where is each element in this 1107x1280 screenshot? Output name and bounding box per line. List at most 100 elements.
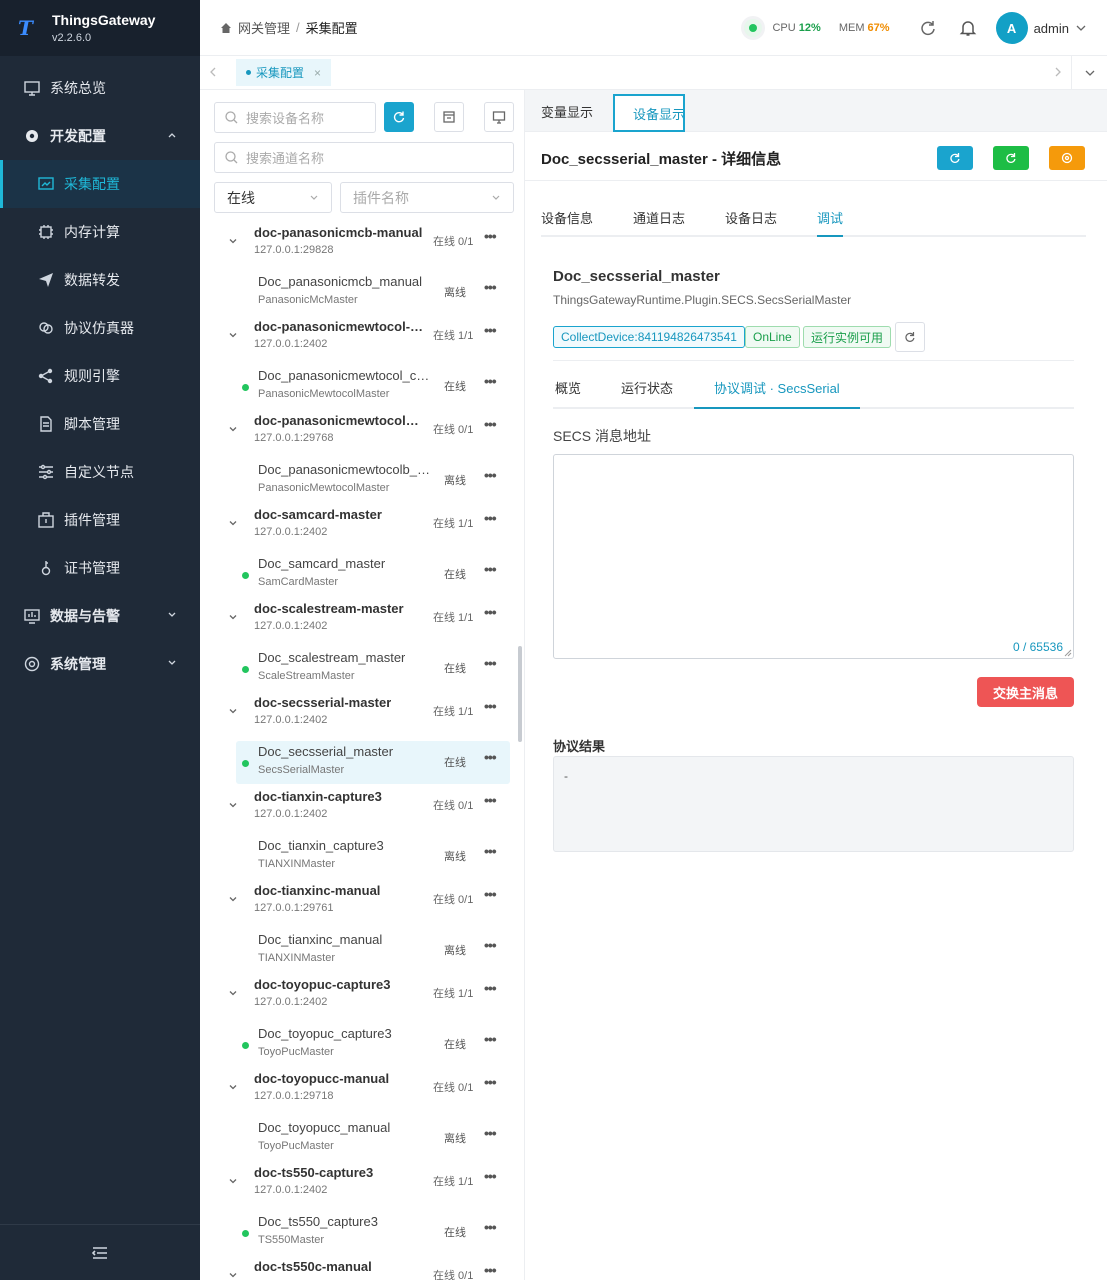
tree-device-node[interactable]: Doc_samcard_master SamCardMaster 在线 ••• [200,553,518,600]
restart-button[interactable] [993,146,1029,170]
more-icon[interactable]: ••• [484,937,497,953]
plugin-select[interactable]: 插件名称 [340,182,514,213]
home-icon[interactable] [220,22,232,34]
tree-channel-node[interactable]: doc-toyopucc-manual 127.0.0.1:29718 在线 0/1… [200,1070,518,1117]
tree-channel-node[interactable]: doc-panasonicmewtocolb-... 127.0.0.1:2976… [200,412,518,459]
more-icon[interactable]: ••• [484,416,497,432]
tab-run-status[interactable]: 运行状态 [621,378,673,409]
more-icon[interactable]: ••• [484,1262,497,1278]
sidebar-item-data-forward[interactable]: 数据转发 [0,256,200,304]
more-icon[interactable]: ••• [484,655,497,671]
chevron-down-icon[interactable] [228,518,238,528]
more-icon[interactable]: ••• [484,322,497,338]
avatar[interactable]: A [995,12,1028,44]
sidebar-item-memory-calc[interactable]: 内存计算 [0,208,200,256]
page-tab-collect-config[interactable]: 采集配置 × [236,59,332,86]
tree-device-node[interactable]: Doc_toyopuc_capture3 ToyoPucMaster 在线 ••• [200,1023,518,1070]
search-channel-input[interactable]: 搜索通道名称 [214,142,514,173]
more-icon[interactable]: ••• [484,749,497,765]
chevron-down-icon[interactable] [228,988,238,998]
more-icon[interactable]: ••• [484,279,497,295]
tree-channel-node[interactable]: doc-ts550-capture3 127.0.0.1:2402 在线 1/1 ••… [200,1164,518,1211]
chevron-right-icon[interactable] [1053,66,1063,78]
tree-channel-node[interactable]: doc-secsserial-master 127.0.0.1:2402 在线 1/… [200,694,518,741]
chevron-down-icon[interactable] [228,424,238,434]
breadcrumb-item[interactable]: 网关管理 [238,18,290,37]
exchange-primary-message-button[interactable]: 交换主消息 [977,677,1074,707]
tabs-dropdown-button[interactable] [1071,56,1107,90]
tree-device-node[interactable]: Doc_tianxinc_manual TIANXINMaster 离线 ••• [200,929,518,976]
more-icon[interactable]: ••• [484,228,497,244]
search-device-input[interactable]: 搜索设备名称 [214,102,376,133]
tree-device-node[interactable]: Doc_secsserial_master SecsSerialMaster 在线 •… [200,741,518,788]
chevron-left-icon[interactable] [208,66,218,78]
display-button[interactable] [484,102,514,132]
more-icon[interactable]: ••• [484,1125,497,1141]
sidebar-item-overview[interactable]: 系统总览 [0,64,200,112]
sidebar-item-data-alarm[interactable]: 数据与告警 [0,592,200,640]
more-icon[interactable]: ••• [484,698,497,714]
tree-device-node[interactable]: Doc_panasonicmewtocolb_m... PanasonicMewt… [200,459,518,506]
filter-button[interactable] [434,102,464,132]
sidebar-item-dev-config[interactable]: 开发配置 [0,112,200,160]
chevron-down-icon[interactable] [228,894,238,904]
chevron-down-icon[interactable] [228,330,238,340]
tab-overview[interactable]: 概览 [555,378,581,409]
chevron-down-icon[interactable] [228,612,238,622]
resize-handle-icon[interactable] [1064,649,1072,657]
chevron-down-icon[interactable] [228,1270,238,1280]
tab-debug[interactable]: 调试 [817,208,844,237]
refresh-detail-button[interactable] [937,146,973,170]
chevron-down-icon[interactable] [228,1082,238,1092]
bell-icon[interactable] [959,19,977,37]
close-icon[interactable]: × [314,66,321,80]
sidebar-item-plugin[interactable]: 插件管理 [0,496,200,544]
more-icon[interactable]: ••• [484,561,497,577]
secs-message-input[interactable]: 0 / 65536 [553,454,1074,659]
tree-channel-node[interactable]: doc-samcard-master 127.0.0.1:2402 在线 1/1 ••… [200,506,518,553]
sidebar-item-system[interactable]: 系统管理 [0,640,200,688]
chevron-down-icon[interactable] [228,1176,238,1186]
sidebar-item-collect-config[interactable]: 采集配置 [0,160,200,208]
tab-channel-log[interactable]: 通道日志 [633,208,685,237]
tree-device-node[interactable]: Doc_ts550_capture3 TS550Master 在线 ••• [200,1211,518,1258]
tree-device-node[interactable]: Doc_scalestream_master ScaleStreamMaster 在… [200,647,518,694]
tree-channel-node[interactable]: doc-toyopuc-capture3 127.0.0.1:2402 在线 1/1… [200,976,518,1023]
more-icon[interactable]: ••• [484,1219,497,1235]
sidebar-item-script[interactable]: 脚本管理 [0,400,200,448]
sidebar-item-rule-engine[interactable]: 规则引擎 [0,352,200,400]
more-icon[interactable]: ••• [484,980,497,996]
collapse-sidebar-button[interactable] [0,1224,200,1280]
tree-device-node[interactable]: Doc_panasonicmcb_manual PanasonicMcMaster… [200,271,518,318]
tree-channel-node[interactable]: doc-tianxin-capture3 127.0.0.1:2402 在线 0/1… [200,788,518,835]
more-icon[interactable]: ••• [484,467,497,483]
refresh-icon[interactable] [919,19,937,37]
tree-channel-node[interactable]: doc-tianxinc-manual 127.0.0.1:29761 在线 0/1… [200,882,518,929]
tree-channel-node[interactable]: doc-ts550c-manual 在线 0/1 ••• [200,1258,518,1280]
tab-device-log[interactable]: 设备日志 [725,208,777,237]
more-icon[interactable]: ••• [484,1031,497,1047]
tab-device-info[interactable]: 设备信息 [541,208,593,237]
sidebar-item-protocol-sim[interactable]: 协议仿真器 [0,304,200,352]
more-icon[interactable]: ••• [484,792,497,808]
more-icon[interactable]: ••• [484,373,497,389]
more-icon[interactable]: ••• [484,604,497,620]
tab-variable-view[interactable]: 变量显示 [541,90,593,132]
tree-channel-node[interactable]: doc-panasonicmcb-manual 127.0.0.1:29828 在线… [200,224,518,271]
tab-protocol-debug[interactable]: 协议调试 · SecsSerial [694,378,860,409]
refresh-tree-button[interactable] [384,102,414,132]
tree-scrollbar[interactable] [518,646,522,742]
more-icon[interactable]: ••• [484,1074,497,1090]
stop-button[interactable] [1049,146,1085,170]
more-icon[interactable]: ••• [484,843,497,859]
chevron-down-icon[interactable] [228,236,238,246]
sidebar-item-custom-node[interactable]: 自定义节点 [0,448,200,496]
chevron-down-icon[interactable] [1075,22,1087,34]
tree-channel-node[interactable]: doc-panasonicmewtocol-c... 127.0.0.1:2402… [200,318,518,365]
tree-device-node[interactable]: Doc_panasonicmewtocol_cap... PanasonicMew… [200,365,518,412]
chevron-down-icon[interactable] [228,800,238,810]
more-icon[interactable]: ••• [484,510,497,526]
tree-channel-node[interactable]: doc-scalestream-master 127.0.0.1:2402 在线 1… [200,600,518,647]
chevron-down-icon[interactable] [228,706,238,716]
username[interactable]: admin [1034,21,1069,36]
